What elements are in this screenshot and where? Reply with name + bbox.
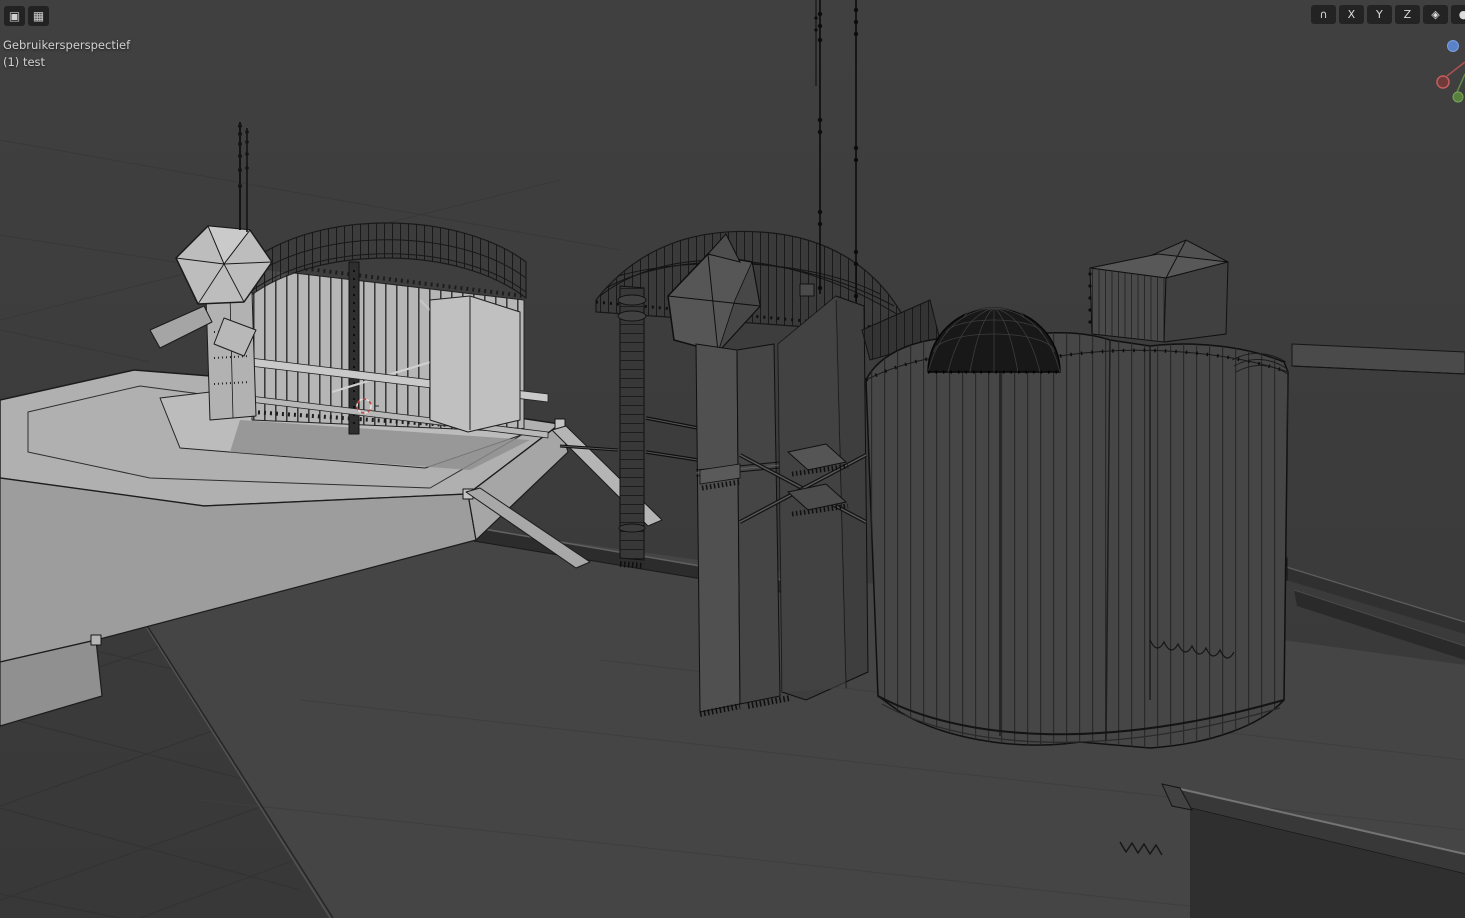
viewport-text-overlay: Gebruikersperspectief (1) test: [3, 37, 130, 72]
gizmo-y-axis-line: [1456, 73, 1465, 93]
scene-render[interactable]: [0, 0, 1465, 918]
axis-y-button[interactable]: Y: [1367, 5, 1392, 24]
transform-pivot-glyph: ◈: [1431, 8, 1440, 21]
axis-z-button[interactable]: Z: [1395, 5, 1420, 24]
3d-viewport[interactable]: ▣ ▦ Gebruikersperspectief (1) test ∩ X Y…: [0, 0, 1465, 918]
gizmo-y-axis-ball[interactable]: [1452, 91, 1464, 103]
header-left-icons: ▣ ▦: [4, 6, 49, 26]
clipped-edge-icon[interactable]: ●: [1451, 5, 1465, 24]
header-right-toolbar: ∩ X Y Z ◈ ●: [1311, 5, 1465, 24]
navigation-gizmo[interactable]: [1431, 36, 1465, 108]
perspective-label: Gebruikersperspectief: [3, 38, 131, 52]
transform-pivot-icon[interactable]: ◈: [1423, 5, 1448, 24]
snap-magnet-glyph: ∩: [1319, 8, 1328, 21]
axis-x-button[interactable]: X: [1339, 5, 1364, 24]
scene-collection-label: (1) test: [3, 55, 46, 70]
snap-magnet-icon[interactable]: ∩: [1311, 5, 1336, 24]
editor-type-glyph: ▣: [8, 9, 21, 23]
gizmo-z-axis-ball[interactable]: [1447, 40, 1459, 52]
viewport-display-icon[interactable]: ▦: [28, 6, 49, 26]
gizmo-x-axis-ball[interactable]: [1436, 75, 1450, 89]
gizmo-x-axis-line: [1446, 61, 1465, 77]
editor-type-icon[interactable]: ▣: [4, 6, 25, 26]
viewport-display-glyph: ▦: [32, 9, 45, 23]
